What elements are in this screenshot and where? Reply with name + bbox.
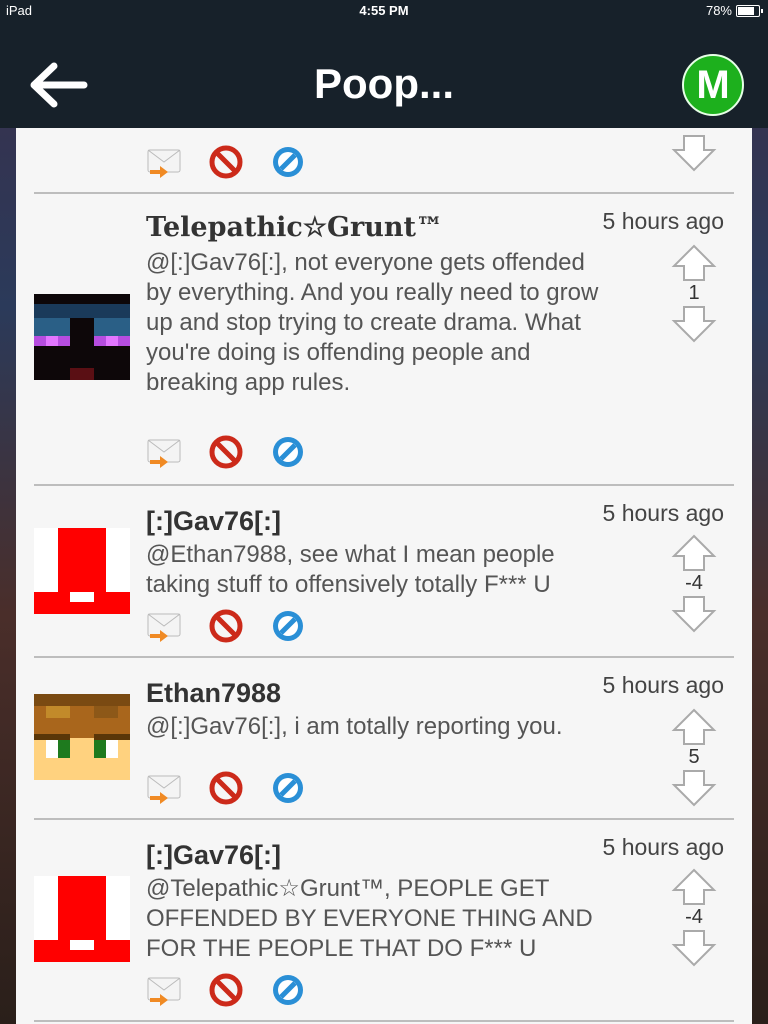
post-time: 5 hours ago xyxy=(602,834,724,860)
reply-envelope-icon[interactable] xyxy=(146,770,182,806)
reply-envelope-icon[interactable] xyxy=(146,434,182,470)
downvote-arrow-icon[interactable] xyxy=(670,595,718,635)
report-icon[interactable] xyxy=(270,972,306,1008)
upvote-arrow-icon[interactable] xyxy=(670,706,718,746)
vote-box xyxy=(670,134,718,174)
clock: 4:55 PM xyxy=(359,3,409,18)
block-icon[interactable] xyxy=(208,770,244,806)
vote-count: -4 xyxy=(685,906,703,928)
block-icon[interactable] xyxy=(208,608,244,644)
post-actions xyxy=(146,770,306,806)
post-author[interactable]: Telepathic☆Grunt™ xyxy=(146,212,443,243)
post-author[interactable]: [:]Gav76[:] xyxy=(146,506,281,537)
list-item: Ethan7988 5 hours ago @[:]Gav76[:], i am… xyxy=(34,658,734,820)
avatar xyxy=(34,876,130,962)
block-icon[interactable] xyxy=(208,144,244,180)
page-title: Poop... xyxy=(314,60,454,107)
nav-bar: Poop... M xyxy=(0,22,768,128)
block-icon[interactable] xyxy=(208,434,244,470)
status-bar: iPad 4:55 PM 78% xyxy=(0,0,768,22)
upvote-arrow-icon[interactable] xyxy=(670,532,718,572)
battery-status: 78% xyxy=(705,3,763,18)
avatar xyxy=(34,694,130,780)
downvote-arrow-icon[interactable] xyxy=(670,305,718,345)
post-time: 5 hours ago xyxy=(602,672,724,698)
vote-count: 5 xyxy=(688,746,700,768)
post-body: @[:]Gav76[:], not everyone gets offended… xyxy=(146,249,599,396)
report-icon[interactable] xyxy=(270,770,306,806)
downvote-arrow-icon[interactable] xyxy=(670,929,718,969)
upvote-arrow-icon[interactable] xyxy=(670,242,718,282)
report-icon[interactable] xyxy=(270,144,306,180)
upvote-arrow-icon[interactable] xyxy=(670,866,718,906)
report-icon[interactable] xyxy=(270,608,306,644)
vote-box: 1 xyxy=(670,242,718,345)
post-actions xyxy=(146,608,306,644)
downvote-arrow-icon[interactable] xyxy=(670,134,718,174)
post-actions xyxy=(146,144,306,180)
reply-envelope-icon[interactable] xyxy=(146,608,182,644)
post-time: 5 hours ago xyxy=(602,500,724,526)
post-actions xyxy=(146,434,306,470)
post-body: @Telepathic☆Grunt™, PEOPLE GET OFFENDED … xyxy=(146,875,593,962)
list-item: [:]Gav76[:] 5 hours ago @Telepathic☆Grun… xyxy=(34,820,734,1022)
battery-icon xyxy=(736,4,763,17)
m-badge-button[interactable]: M xyxy=(682,54,744,116)
avatar xyxy=(34,128,130,148)
battery-percent: 78% xyxy=(705,3,732,18)
vote-count: 1 xyxy=(688,282,700,304)
vote-box: 5 xyxy=(670,706,718,809)
list-item xyxy=(34,128,734,194)
avatar xyxy=(34,294,130,380)
downvote-arrow-icon[interactable] xyxy=(670,769,718,809)
vote-box: -4 xyxy=(670,866,718,969)
vote-box: -4 xyxy=(670,532,718,635)
reply-envelope-icon[interactable] xyxy=(146,144,182,180)
comments-panel: Telepathic☆Grunt™ 5 hours ago @[:]Gav76[… xyxy=(16,128,752,1024)
post-body: @Ethan7988, see what I mean people takin… xyxy=(146,541,555,598)
list-item: Telepathic☆Grunt™ 5 hours ago @[:]Gav76[… xyxy=(34,194,734,486)
post-body: @[:]Gav76[:], i am totally reporting you… xyxy=(146,713,563,740)
block-icon[interactable] xyxy=(208,972,244,1008)
reply-envelope-icon[interactable] xyxy=(146,972,182,1008)
report-icon[interactable] xyxy=(270,434,306,470)
post-author[interactable]: [:]Gav76[:] xyxy=(146,840,281,871)
avatar xyxy=(34,528,130,614)
post-actions xyxy=(146,972,306,1008)
post-time: 5 hours ago xyxy=(602,208,724,234)
post-author[interactable]: Ethan7988 xyxy=(146,678,281,709)
vote-count: -4 xyxy=(685,572,703,594)
list-item: [:]Gav76[:] 5 hours ago @Ethan7988, see … xyxy=(34,486,734,658)
